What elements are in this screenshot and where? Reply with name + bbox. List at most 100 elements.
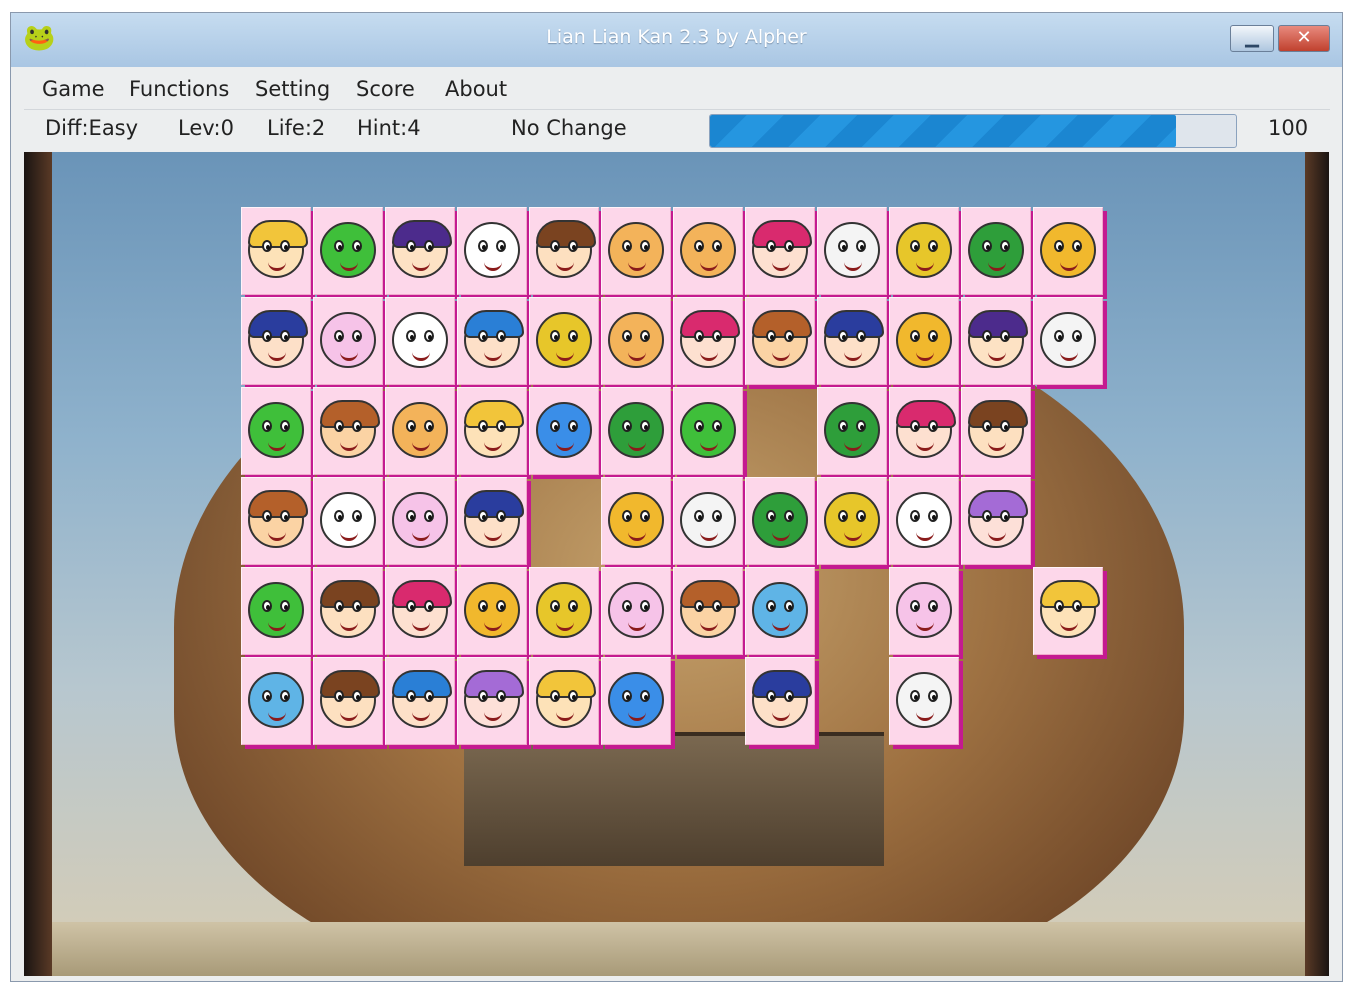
tile-monkey[interactable] [673,207,743,295]
tile-white-dog[interactable] [817,207,887,295]
tile-lilac-hair-girl[interactable] [961,477,1031,565]
frog-icon [680,402,736,458]
tile-white-dog[interactable] [673,477,743,565]
tile-white-cat[interactable] [457,207,527,295]
white-cat-icon [896,492,952,548]
tile-monkey[interactable] [601,297,671,385]
tile-yellow-seal[interactable] [457,567,527,655]
close-button[interactable]: ✕ [1278,25,1330,52]
tile-brown-hair-girl[interactable] [313,657,383,745]
tile-pink-hair-girl[interactable] [745,207,815,295]
difficulty-label: Diff:Easy [45,116,139,140]
tile-white-cat[interactable] [385,297,455,385]
tile-yellow-fish[interactable] [889,207,959,295]
tile-pink-rabbit[interactable] [313,297,383,385]
tile-brown-hair-girl[interactable] [313,567,383,655]
tile-frog[interactable] [313,207,383,295]
menu-setting[interactable]: Setting [255,77,330,101]
purple-hair-girl-icon [968,310,1028,368]
monkey-icon [608,222,664,278]
pink-rabbit-icon [320,312,376,368]
tile-blue-hair-girl[interactable] [457,477,527,565]
blue-hair-girl-icon [464,490,524,548]
blue-hair-girl-icon [248,310,308,368]
tile-yellow-seal[interactable] [889,297,959,385]
tile-yellow-seal[interactable] [1033,207,1103,295]
white-cat-icon [320,492,376,548]
tile-monkey[interactable] [385,387,455,475]
tile-blonde-girl[interactable] [457,387,527,475]
tile-brown-hair-girl[interactable] [961,387,1031,475]
tile-blue-hair-girl[interactable] [745,657,815,745]
brown-hair-girl-icon [536,220,596,278]
tile-blonde-girl[interactable] [241,207,311,295]
tile-green-duck[interactable] [745,477,815,565]
tile-brown-hair-girl[interactable] [529,207,599,295]
tile-pink-rabbit[interactable] [601,567,671,655]
minimize-button[interactable]: ▁ [1230,25,1274,52]
menu-game[interactable]: Game [42,77,105,101]
window-title: Lian Lian Kan 2.3 by Alpher [546,26,807,48]
tile-lilac-hair-girl[interactable] [457,657,527,745]
tile-purple-hair-girl[interactable] [961,297,1031,385]
tile-frog[interactable] [241,567,311,655]
tile-brown-hair-boy[interactable] [745,297,815,385]
background-house [464,732,884,866]
tile-pink-rabbit[interactable] [889,567,959,655]
tile-monkey[interactable] [601,207,671,295]
tile-brown-hair-boy[interactable] [241,477,311,565]
monkey-icon [680,222,736,278]
tile-frog[interactable] [241,387,311,475]
tile-pink-hair-girl[interactable] [889,387,959,475]
green-duck-icon [752,492,808,548]
tile-white-dog[interactable] [1033,297,1103,385]
title-bar[interactable]: 🐸 Lian Lian Kan 2.3 by Alpher ▁ ✕ [11,13,1342,67]
green-duck-icon [968,222,1024,278]
frog-icon [248,402,304,458]
tile-pink-rabbit[interactable] [385,477,455,565]
tile-brown-hair-boy[interactable] [673,567,743,655]
tile-green-duck[interactable] [961,207,1031,295]
tile-white-cat[interactable] [313,477,383,565]
tile-white-cat[interactable] [889,477,959,565]
tile-blonde-girl[interactable] [1033,567,1103,655]
tile-blue-dog[interactable] [529,387,599,475]
time-value: 100 [1268,116,1309,140]
tile-dolphin[interactable] [241,657,311,745]
tile-blue-dog[interactable] [601,657,671,745]
frog-icon [320,222,376,278]
brown-hair-girl-icon [320,580,380,638]
tile-yellow-seal[interactable] [601,477,671,565]
tile-green-duck[interactable] [817,387,887,475]
status-message: No Change [511,116,627,140]
menu-functions[interactable]: Functions [129,77,229,101]
hint-label: Hint:4 [357,116,421,140]
pink-hair-girl-icon [896,400,956,458]
tile-yellow-fish[interactable] [529,567,599,655]
monkey-icon [608,312,664,368]
tile-yellow-fish[interactable] [529,297,599,385]
tile-white-dog[interactable] [889,657,959,745]
tile-frog[interactable] [673,387,743,475]
tile-yellow-fish[interactable] [817,477,887,565]
menu-about[interactable]: About [445,77,507,101]
yellow-fish-icon [536,582,592,638]
tile-blue-hair-boy[interactable] [385,657,455,745]
tile-pink-hair-girl[interactable] [673,297,743,385]
tile-green-duck[interactable] [601,387,671,475]
dolphin-icon [752,582,808,638]
tile-blue-hair-girl[interactable] [817,297,887,385]
yellow-seal-icon [896,312,952,368]
tile-pink-hair-girl[interactable] [385,567,455,655]
white-cat-icon [392,312,448,368]
background-ground [52,922,1307,976]
pink-hair-girl-icon [680,310,740,368]
tile-purple-hair-girl[interactable] [385,207,455,295]
menu-score[interactable]: Score [356,77,415,101]
tile-blue-hair-girl[interactable] [241,297,311,385]
tile-blue-hair-boy[interactable] [457,297,527,385]
tile-blonde-girl[interactable] [529,657,599,745]
tile-brown-hair-boy[interactable] [313,387,383,475]
green-duck-icon [824,402,880,458]
tile-dolphin[interactable] [745,567,815,655]
